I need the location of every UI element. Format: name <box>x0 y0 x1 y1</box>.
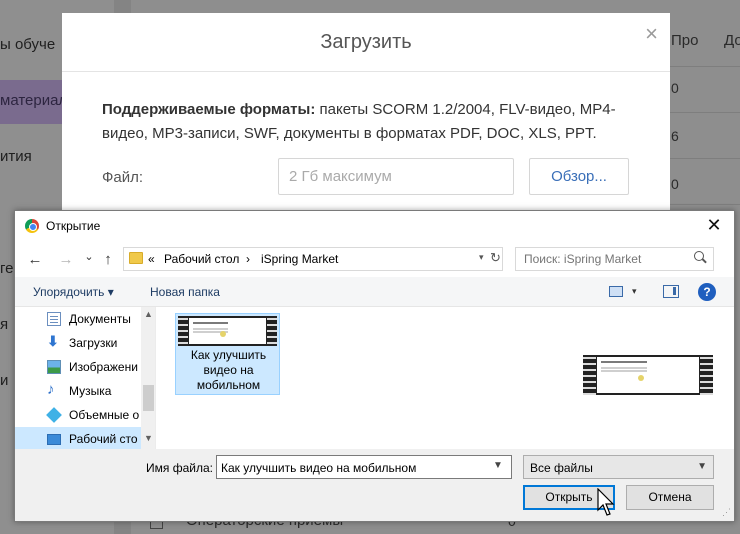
breadcrumb-desktop[interactable]: Рабочий стол <box>164 252 239 266</box>
video-thumbnail-icon <box>178 316 277 346</box>
forward-arrow-icon[interactable]: → <box>56 251 76 268</box>
nav-pane-images[interactable]: Изображени <box>15 355 141 379</box>
refresh-icon[interactable]: ↻ <box>490 250 501 266</box>
table-cell: 6 <box>671 128 679 144</box>
close-icon[interactable]: × <box>645 21 658 47</box>
scrollbar-thumb[interactable] <box>143 385 154 411</box>
file-type-select[interactable]: Все файлы ▼ <box>523 455 714 479</box>
3d-objects-icon <box>46 407 62 423</box>
chevron-up-icon[interactable]: ▲ <box>144 309 153 319</box>
mouse-pointer-icon <box>597 488 615 516</box>
file-list: Как улучшить видео на мобильном <box>157 307 734 449</box>
nav-pane-label: Музыка <box>69 384 112 398</box>
new-folder-button[interactable]: Новая папка <box>150 285 220 299</box>
chevron-down-icon[interactable]: ▼ <box>493 460 503 471</box>
desktop-icon <box>47 434 61 445</box>
upload-modal: Загрузить × Поддерживаемые форматы: паке… <box>62 13 670 213</box>
nav-pane-desktop[interactable]: Рабочий сто <box>15 427 141 449</box>
nav-pane-label: Рабочий сто <box>69 432 138 446</box>
navigation-pane: Документы ⬇ Загрузки Изображени ♪ Музыка… <box>15 307 156 449</box>
folder-icon <box>129 252 143 264</box>
help-icon[interactable]: ? <box>698 283 716 301</box>
recent-locations-icon[interactable]: ⌄ <box>79 250 99 263</box>
column-header-date[interactable]: До <box>724 32 740 49</box>
nav-pane-label: Изображени <box>69 360 138 374</box>
close-icon[interactable]: ✕ <box>694 211 734 241</box>
breadcrumb-ispring-market[interactable]: iSpring Market <box>261 252 338 266</box>
cancel-button[interactable]: Отмена <box>626 485 714 510</box>
open-file-dialog: Открытие ✕ ← → ⌄ ↑ « Рабочий стол › iSpr… <box>14 210 735 522</box>
nav-pane-downloads[interactable]: ⬇ Загрузки <box>15 331 141 355</box>
dialog-titlebar[interactable]: Открытие ✕ <box>15 211 734 241</box>
nav-pane-label: Загрузки <box>69 336 118 350</box>
dialog-footer: Имя файла: Как улучшить видео на мобильн… <box>15 449 734 521</box>
column-header-progress[interactable]: Про <box>671 32 698 49</box>
formats-label: Поддерживаемые форматы: <box>102 101 316 118</box>
modal-divider <box>62 71 670 72</box>
search-icon[interactable] <box>694 251 704 261</box>
back-arrow-icon[interactable]: ← <box>25 251 45 268</box>
nav-pane-3d-objects[interactable]: Объемные о <box>15 403 141 427</box>
file-type-value: Все файлы <box>530 461 593 475</box>
filename-label: Имя файла: <box>146 461 213 475</box>
nav-pane-label: Объемные о <box>69 408 140 422</box>
table-cell: 0 <box>671 176 679 192</box>
downloads-icon: ⬇ <box>47 333 59 349</box>
search-input[interactable] <box>515 247 714 271</box>
modal-title: Загрузить <box>320 31 412 53</box>
images-icon <box>47 360 61 374</box>
view-options-icon[interactable] <box>609 286 623 297</box>
documents-icon <box>47 312 61 326</box>
nav-pane-scrollbar[interactable]: ▲ ▼ <box>141 307 155 449</box>
nav-pane-label: Документы <box>69 312 131 326</box>
address-dropdown-icon[interactable]: ▾ <box>479 252 484 263</box>
command-bar: Упорядочить ▾ Новая папка ▾ ? <box>15 277 734 307</box>
file-preview-thumbnail <box>583 355 713 395</box>
file-label: Файл: <box>102 169 144 186</box>
chevron-down-icon[interactable]: ▾ <box>632 286 637 297</box>
preview-pane-icon[interactable] <box>663 285 679 298</box>
chevron-down-icon: ▼ <box>697 461 707 472</box>
file-list-scrollbar[interactable] <box>718 307 734 449</box>
browse-button[interactable]: Обзор... <box>529 158 629 195</box>
chrome-icon <box>25 219 39 233</box>
organize-menu[interactable]: Упорядочить ▾ <box>33 285 114 299</box>
file-item-video[interactable]: Как улучшить видео на мобильном <box>175 313 280 395</box>
table-cell: 0 <box>671 80 679 96</box>
resize-grip-icon[interactable]: ⋰ <box>722 507 731 518</box>
filename-input[interactable]: Как улучшить видео на мобильном <box>216 455 512 479</box>
breadcrumb-separator[interactable]: › <box>246 252 250 266</box>
nav-pane-music[interactable]: ♪ Музыка <box>15 379 141 403</box>
file-input[interactable]: 2 Гб максимум <box>278 158 514 195</box>
music-icon: ♪ <box>47 381 55 398</box>
chevron-down-icon[interactable]: ▼ <box>144 433 153 443</box>
nav-pane-documents[interactable]: Документы <box>15 307 141 331</box>
up-arrow-icon[interactable]: ↑ <box>98 251 118 268</box>
dialog-title: Открытие <box>46 219 101 233</box>
sidebar-item-materials[interactable]: материал <box>0 92 67 109</box>
address-bar[interactable]: « Рабочий стол › iSpring Market ▾ ↻ <box>123 247 503 271</box>
file-name: Как улучшить видео на мобильном <box>190 348 267 392</box>
supported-formats: Поддерживаемые форматы: пакеты SCORM 1.2… <box>102 98 642 146</box>
breadcrumb-overflow[interactable]: « <box>148 252 155 266</box>
navigation-bar: ← → ⌄ ↑ « Рабочий стол › iSpring Market … <box>15 245 734 275</box>
